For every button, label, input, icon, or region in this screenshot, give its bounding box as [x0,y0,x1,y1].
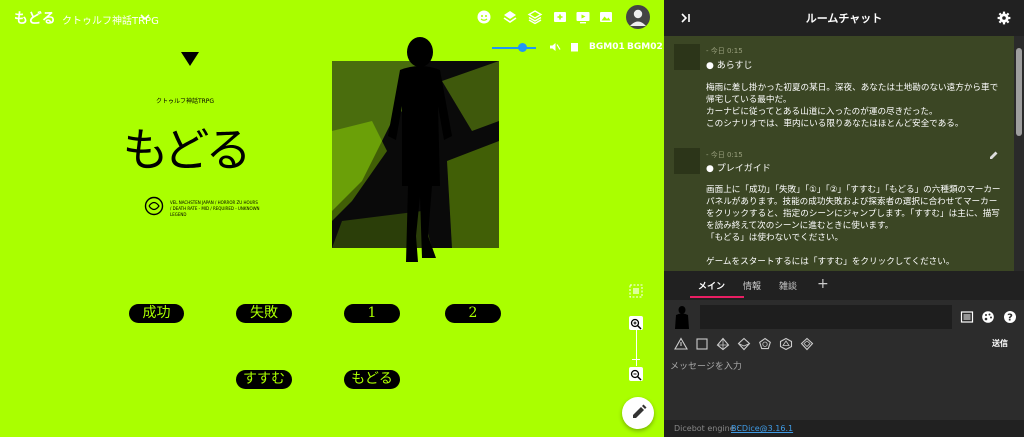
palette-icon[interactable] [981,310,995,324]
character-name-input[interactable] [700,305,952,329]
play-screen-icon[interactable] [575,9,591,25]
edit-icon[interactable] [989,150,999,160]
bgm01-label[interactable]: BGM01 [589,42,625,52]
message-line: 画面上に「成功」「失敗」「①」「②」「すすむ」「もどる」の六種類のマーカー [706,185,1001,195]
stack-icon[interactable] [527,9,543,25]
marker-2[interactable]: 2 [445,304,501,323]
gear-icon[interactable] [997,11,1011,25]
dicebot-label: Dicebot engine : [674,424,740,433]
board-topbar: もどる クトゥルフ神話TRPG [0,0,664,36]
message-line: ゲームをスタートするには「すすむ」をクリックしてください。 [706,257,955,267]
message-heading: ● あらすじ [706,61,753,71]
message-line: このシナリオでは、車内にいる限りあなたはほとんど安全である。 [706,119,964,129]
zoom-in-icon [630,318,642,330]
message-line: 帰宅している最中だ。 [706,95,792,105]
pencil-icon [633,404,647,418]
scene-pointer-icon [181,52,199,66]
tab-chatter[interactable]: 雑談 [779,279,797,292]
account-avatar[interactable] [626,5,650,29]
chat-header: ルームチャット [664,0,1024,36]
chat-log[interactable]: - 今日 0:15 ● あらすじ 梅雨に差し掛かった初夏の某日。深夜、あなたは土… [664,36,1024,271]
chat-tabs: メイン 情報 雑談 + [664,271,1024,299]
account-icon [630,9,646,26]
scene-title-block: クトゥルフ神話TRPG もどる VEL NACHSTEN JAPAN / HOR… [110,96,260,236]
smile-icon[interactable] [476,9,492,25]
scene-credits: VEL NACHSTEN JAPAN / HORROR ZU HOURS / D… [170,200,260,217]
chat-panel: ルームチャット - 今日 0:15 ● あらすじ 梅雨に差し掛かった初夏の某日。… [664,0,1024,437]
scene-subtitle: クトゥルフ神話TRPG [155,98,215,105]
d100-dice-icon[interactable] [800,337,814,351]
zoom-out-icon [630,369,642,381]
seal-icon [144,196,164,216]
character-avatar[interactable] [672,305,692,331]
bgm02-label[interactable]: BGM02 [627,42,663,52]
message-line [706,244,1011,256]
message-body: 画面上に「成功」「失敗」「①」「②」「すすむ」「もどる」の六種類のマーカー パネ… [706,184,1011,268]
marker-advance[interactable]: すすむ [236,370,292,389]
marker-success[interactable]: 成功 [129,304,184,323]
active-tab-indicator [690,296,744,298]
svg-text:?: ? [1007,313,1013,324]
scene-title: もどる [122,123,251,177]
file-icon[interactable] [570,42,579,52]
message-body: 梅雨に差し掛かった初夏の某日。深夜、あなたは土地勘のない遠方から車で 帰宅してい… [706,82,1011,130]
avatar [674,44,700,70]
d20-dice-icon[interactable] [779,337,793,351]
grid-select-icon[interactable] [629,284,643,298]
message-heading: ● プレイガイド [706,164,771,174]
d12-dice-icon[interactable] [758,337,772,351]
message-input[interactable] [670,358,1016,376]
zoom-slider-handle[interactable] [632,359,640,360]
chat-composer: ? 送信 [664,300,1024,420]
message-line: 梅雨に差し掛かった初夏の某日。深夜、あなたは土地勘のない遠方から車で [706,83,999,93]
list-icon[interactable] [960,310,974,324]
help-icon[interactable]: ? [1003,310,1017,324]
marker-back[interactable]: もどる [344,370,400,389]
d4-dice-icon[interactable] [674,337,688,351]
avatar [674,148,700,174]
zoom-in-button[interactable] [629,316,643,330]
chevron-down-icon[interactable] [140,10,150,24]
chat-scrollbar[interactable] [1014,36,1024,271]
d6-dice-icon[interactable] [695,337,709,351]
d8-dice-icon[interactable] [716,337,730,351]
edit-fab[interactable] [622,397,654,429]
volume-slider[interactable] [518,43,527,52]
zoom-slider-track[interactable] [636,330,637,366]
add-image-icon[interactable] [552,9,568,25]
message-line: を読み終えて次のシーンに進むときに使います。 [706,221,894,231]
tab-info[interactable]: 情報 [743,279,761,292]
volume-track[interactable] [492,47,536,49]
footer: Dicebot engine : BCDice@3.16.1 [664,420,1024,437]
room-name[interactable]: もどる [14,8,56,28]
chat-title: ルームチャット [805,12,883,25]
send-button[interactable]: 送信 [992,338,1008,349]
message-timestamp: - 今日 0:15 [706,151,743,159]
message-timestamp: - 今日 0:15 [706,47,743,55]
message-line: パネルがあります。技能の成功失敗および探索者の選択に合わせてマーカー [706,197,998,207]
dicebot-link[interactable]: BCDice@3.16.1 [731,424,793,433]
gallery-icon[interactable] [598,9,614,25]
zoom-out-button[interactable] [629,367,643,381]
tab-main[interactable]: メイン [698,279,725,292]
message-line: 「もどる」は使わないでください。 [706,233,844,243]
message-line: カーナビに従ってとある山道に入ったのが運の尽きだった。 [706,107,938,117]
layers-icon[interactable] [502,9,518,25]
man-silhouette [388,37,452,262]
marker-failure[interactable]: 失敗 [236,304,292,323]
game-board[interactable]: もどる クトゥルフ神話TRPG BGM01 BGM02 クトゥルフ神話TRPG … [0,0,664,437]
d10-dice-icon[interactable] [737,337,751,351]
mute-icon[interactable] [549,41,561,53]
scroll-thumb[interactable] [1016,48,1022,136]
marker-1[interactable]: 1 [344,304,400,323]
message-line: をクリックすると、指定のシーンにジャンプします。「すすむ」は主に、描写 [706,209,1000,219]
add-tab-button[interactable]: + [817,276,829,292]
